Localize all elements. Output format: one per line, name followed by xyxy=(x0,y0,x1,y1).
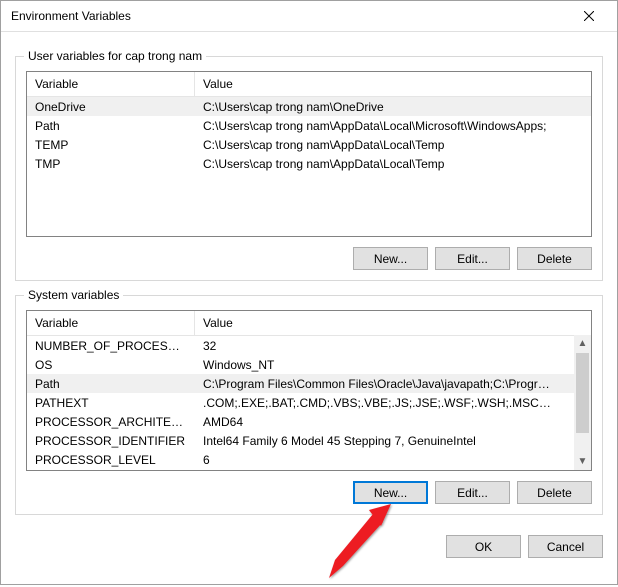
value-cell: C:\Users\cap trong nam\AppData\Local\Mic… xyxy=(195,119,577,133)
variable-cell: TEMP xyxy=(27,138,195,152)
table-row[interactable]: PathC:\Users\cap trong nam\AppData\Local… xyxy=(27,116,591,135)
user-variables-legend: User variables for cap trong nam xyxy=(24,49,206,63)
value-cell: .COM;.EXE;.BAT;.CMD;.VBS;.VBE;.JS;.JSE;.… xyxy=(195,396,559,410)
variable-cell: PATHEXT xyxy=(27,396,195,410)
user-header-value[interactable]: Value xyxy=(195,72,577,96)
system-variables-list[interactable]: Variable Value NUMBER_OF_PROCESSORS32OSW… xyxy=(26,310,592,471)
variable-cell: Path xyxy=(27,377,195,391)
user-header-variable[interactable]: Variable xyxy=(27,72,195,96)
value-cell: Windows_NT xyxy=(195,358,559,372)
system-delete-button[interactable]: Delete xyxy=(517,481,592,504)
ok-button[interactable]: OK xyxy=(446,535,521,558)
table-row[interactable]: OSWindows_NT xyxy=(27,355,591,374)
dialog-buttons-row: OK Cancel xyxy=(1,525,617,572)
system-new-button[interactable]: New... xyxy=(353,481,428,504)
environment-variables-dialog: Environment Variables User variables for… xyxy=(0,0,618,585)
user-rows: OneDriveC:\Users\cap trong nam\OneDriveP… xyxy=(27,97,591,173)
variable-cell: PROCESSOR_ARCHITECTURE xyxy=(27,415,195,429)
value-cell: C:\Users\cap trong nam\AppData\Local\Tem… xyxy=(195,138,577,152)
table-row[interactable]: PathC:\Program Files\Common Files\Oracle… xyxy=(27,374,591,393)
value-cell: C:\Users\cap trong nam\AppData\Local\Tem… xyxy=(195,157,577,171)
user-buttons-row: New... Edit... Delete xyxy=(26,247,592,270)
system-header-variable[interactable]: Variable xyxy=(27,311,195,335)
user-variables-group: User variables for cap trong nam Variabl… xyxy=(15,56,603,281)
close-icon xyxy=(584,11,594,21)
system-list-header: Variable Value xyxy=(27,311,591,336)
variable-cell: Path xyxy=(27,119,195,133)
system-edit-button[interactable]: Edit... xyxy=(435,481,510,504)
table-row[interactable]: TEMPC:\Users\cap trong nam\AppData\Local… xyxy=(27,135,591,154)
table-row[interactable]: TMPC:\Users\cap trong nam\AppData\Local\… xyxy=(27,154,591,173)
value-cell: 32 xyxy=(195,339,559,353)
user-edit-button[interactable]: Edit... xyxy=(435,247,510,270)
scroll-thumb[interactable] xyxy=(576,353,589,433)
system-variables-group: System variables Variable Value NUMBER_O… xyxy=(15,295,603,515)
user-variables-list[interactable]: Variable Value OneDriveC:\Users\cap tron… xyxy=(26,71,592,237)
scroll-up-arrow-icon[interactable]: ▲ xyxy=(574,335,591,352)
variable-cell: OneDrive xyxy=(27,100,195,114)
variable-cell: PROCESSOR_LEVEL xyxy=(27,453,195,467)
titlebar: Environment Variables xyxy=(1,1,617,32)
value-cell: C:\Program Files\Common Files\Oracle\Jav… xyxy=(195,377,559,391)
table-row[interactable]: PATHEXT.COM;.EXE;.BAT;.CMD;.VBS;.VBE;.JS… xyxy=(27,393,591,412)
cancel-button[interactable]: Cancel xyxy=(528,535,603,558)
table-row[interactable]: OneDriveC:\Users\cap trong nam\OneDrive xyxy=(27,97,591,116)
value-cell: C:\Users\cap trong nam\OneDrive xyxy=(195,100,577,114)
value-cell: AMD64 xyxy=(195,415,559,429)
variable-cell: TMP xyxy=(27,157,195,171)
scroll-down-arrow-icon[interactable]: ▼ xyxy=(574,453,591,470)
window-title: Environment Variables xyxy=(11,9,569,23)
system-scrollbar[interactable]: ▲ ▼ xyxy=(574,335,591,470)
variable-cell: NUMBER_OF_PROCESSORS xyxy=(27,339,195,353)
variable-cell: PROCESSOR_IDENTIFIER xyxy=(27,434,195,448)
system-variables-legend: System variables xyxy=(24,288,123,302)
table-row[interactable]: PROCESSOR_ARCHITECTUREAMD64 xyxy=(27,412,591,431)
user-new-button[interactable]: New... xyxy=(353,247,428,270)
value-cell: Intel64 Family 6 Model 45 Stepping 7, Ge… xyxy=(195,434,559,448)
table-row[interactable]: NUMBER_OF_PROCESSORS32 xyxy=(27,336,591,355)
window-close-button[interactable] xyxy=(569,2,609,30)
system-header-value[interactable]: Value xyxy=(195,311,559,335)
value-cell: 6 xyxy=(195,453,559,467)
table-row[interactable]: PROCESSOR_LEVEL6 xyxy=(27,450,591,469)
user-list-header: Variable Value xyxy=(27,72,591,97)
table-row[interactable]: PROCESSOR_IDENTIFIERIntel64 Family 6 Mod… xyxy=(27,431,591,450)
system-buttons-row: New... Edit... Delete xyxy=(26,481,592,504)
user-delete-button[interactable]: Delete xyxy=(517,247,592,270)
system-rows: NUMBER_OF_PROCESSORS32OSWindows_NTPathC:… xyxy=(27,336,591,469)
variable-cell: OS xyxy=(27,358,195,372)
